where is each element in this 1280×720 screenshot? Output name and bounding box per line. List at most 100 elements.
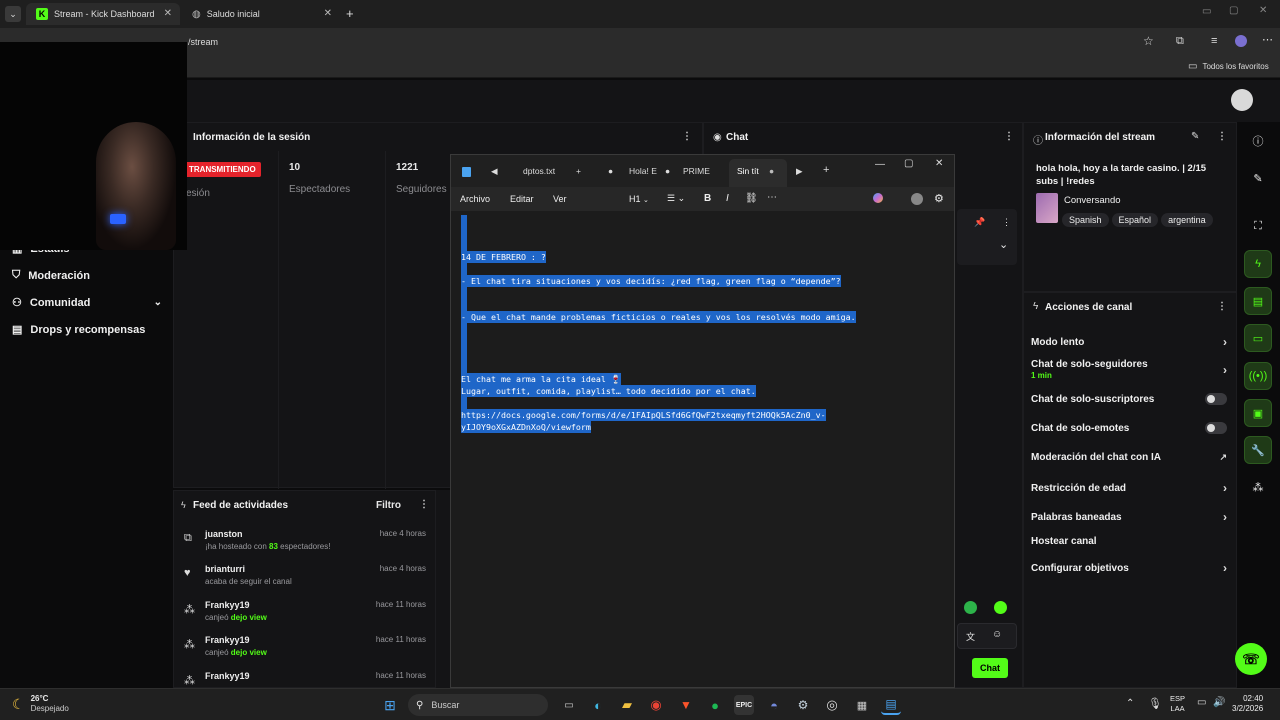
channel-actions-menu-icon[interactable]: ⋮ [1217,301,1227,312]
action-solo-suscriptores[interactable]: Chat de solo-suscriptores [1031,393,1227,405]
smile-icon[interactable]: ☺ [992,629,1002,640]
rail-fullscreen-button[interactable]: ⛶ [1244,212,1272,240]
feed-item[interactable]: ⁂ Frankyy19 canjeó dejo view hace 11 hor… [182,600,434,634]
action-hostear-canal[interactable]: Hostear canal [1031,536,1227,547]
rail-actions-button[interactable]: ϟ [1244,250,1272,278]
notepad-maximize-icon[interactable]: ▢ [904,158,913,169]
feed-menu-icon[interactable]: ⋮ [419,499,429,510]
url-field[interactable]: /stream [188,37,218,47]
chrome-icon[interactable]: ◉ [646,695,666,715]
rail-chat-button[interactable]: ▭ [1244,324,1272,352]
volume-icon[interactable]: 🔊 [1213,697,1225,708]
emotes-only-toggle[interactable] [1205,422,1227,434]
language-indicator[interactable]: ESP LAA [1170,694,1185,714]
subscribers-only-toggle[interactable] [1205,393,1227,405]
minimize-window-icon[interactable]: ▭ [1202,6,1211,17]
menu-archivo[interactable]: Archivo [460,194,490,204]
action-palabras-baneadas[interactable]: Palabras baneadas › [1031,510,1227,524]
user-avatar[interactable] [1231,89,1253,111]
tab-scroll-right-icon[interactable]: ▶ [796,166,803,177]
chat-input[interactable]: 文 ☺ [957,623,1017,649]
feed-filter-button[interactable]: Filtro [376,500,401,511]
notepad-tab-plus[interactable]: + [576,166,581,176]
spotify-icon[interactable]: ● [705,695,725,715]
rail-broadcast-button[interactable]: ((•)) [1244,362,1272,390]
notepad-minimize-icon[interactable]: — [875,159,885,170]
account-icon[interactable] [911,193,923,205]
feed-item[interactable]: ⁂ Frankyy19 hace 11 horas [182,671,434,687]
notepad-tab[interactable]: PRIME [683,166,710,176]
chevron-down-icon[interactable]: ⌄ [999,238,1008,251]
chat-send-button[interactable]: Chat [972,658,1008,678]
epic-games-icon[interactable]: EPIC [734,695,754,715]
steam-icon[interactable]: ⚙ [793,695,813,715]
chat-menu-icon[interactable]: ⋮ [1004,131,1014,142]
notepad-taskbar-icon[interactable]: ▤ [881,695,901,715]
sidebar-item-moderacion[interactable]: ⛉ Moderación [12,269,90,282]
list-format-icon[interactable]: ☰ ⌄ [667,193,685,204]
edge-icon[interactable]: ◐ [588,695,608,715]
action-configurar-objetivos[interactable]: Configurar objetivos › [1031,561,1227,575]
action-moderacion-ia[interactable]: Moderación del chat con IA ↗ [1031,452,1227,463]
session-menu-icon[interactable]: ⋮ [682,131,692,142]
rail-info-button[interactable]: ⓘ [1244,127,1272,155]
close-tab-icon[interactable]: ✕ [164,8,172,19]
sidebar-item-comunidad[interactable]: ⚇ Comunidad ⌄ [12,296,162,310]
more-options-icon[interactable]: ⋯ [767,192,777,203]
close-tab-icon[interactable]: ✕ [324,8,332,19]
sidebar-item-drops[interactable]: ▤ Drops y recompensas [12,323,145,337]
bot-icon[interactable] [994,601,1007,614]
browser-menu-icon[interactable]: ⋯ [1262,33,1273,46]
rail-edit-button[interactable]: ✎ [1244,164,1272,192]
feed-item[interactable]: ♥ brianturri acaba de seguir el canal ha… [182,564,434,598]
microphone-icon[interactable]: 🎙 [1148,697,1162,710]
favorite-star-icon[interactable]: ☆ [1143,34,1154,48]
clock[interactable]: 02:40 3/2/2026 [1232,694,1263,714]
stream-info-menu-icon[interactable]: ⋮ [1217,131,1227,142]
copilot-icon[interactable] [873,193,883,203]
menu-ver[interactable]: Ver [553,194,567,204]
action-modo-lento[interactable]: Modo lento › [1031,335,1227,349]
feed-item[interactable]: ⧉ juanston ¡ha hosteado con 83 espectado… [182,529,434,563]
feed-item[interactable]: ⁂ Frankyy19 canjeó dejo view hace 11 hor… [182,635,434,669]
tab-scroll-left-icon[interactable]: ◀ [491,166,498,177]
rail-notes-button[interactable]: ▤ [1244,287,1272,315]
calculator-icon[interactable]: ▦ [852,695,872,715]
discord-icon[interactable]: ◓ [764,695,784,715]
notepad-tab[interactable]: dptos.txt [523,166,555,176]
new-notepad-tab-button[interactable]: + [823,164,829,176]
tray-overflow-icon[interactable]: ⌃ [1126,698,1134,709]
action-restriccion-edad[interactable]: Restricción de edad › [1031,481,1227,495]
profile-icon[interactable] [1235,35,1247,47]
bold-icon[interactable]: B [704,193,711,204]
edit-icon[interactable]: ✎ [1191,131,1199,142]
file-explorer-icon[interactable]: ▰ [617,695,637,715]
weather-widget[interactable]: ☾ 26°C Despejado [12,694,69,714]
collections-icon[interactable]: ≡ [1211,35,1217,47]
extensions-icon[interactable]: ⧉ [1176,35,1184,48]
notepad-text-area[interactable]: 14 DE FEBRERO : ? - El chat tira situaci… [451,211,954,687]
brave-icon[interactable]: ▼ [676,695,696,715]
tab-saludo-inicial[interactable]: ◍ Saludo inicial ✕ [182,3,340,25]
task-view-icon[interactable]: ▭ [559,695,579,715]
link-icon[interactable]: ⛓ [745,193,758,204]
rail-tools-button[interactable]: 🔧 [1244,436,1272,464]
maximize-window-icon[interactable]: ▢ [1229,5,1238,16]
new-tab-button[interactable]: + [346,6,354,21]
notepad-tab[interactable]: Hola! E [629,166,657,176]
close-window-icon[interactable]: ✕ [1259,5,1267,16]
action-solo-seguidores[interactable]: Chat de solo-seguidores 1 min › [1031,359,1227,381]
help-fab-button[interactable]: ☏ [1235,643,1267,675]
tab-actions-icon[interactable]: ⌄ [5,6,21,22]
italic-icon[interactable]: I [726,193,729,204]
translate-icon[interactable]: 文 [966,630,975,643]
heading-dropdown[interactable]: H1 ⌄ [629,194,649,204]
network-icon[interactable]: ▭ [1197,697,1206,708]
rail-session-button[interactable]: ▣ [1244,399,1272,427]
action-solo-emotes[interactable]: Chat de solo-emotes [1031,422,1227,434]
obs-icon[interactable]: ◎ [822,695,842,715]
menu-editar[interactable]: Editar [510,194,534,204]
rail-feed-button[interactable]: ⁂ [1244,473,1272,501]
emote-icon[interactable] [964,601,977,614]
pin-menu-icon[interactable]: ⋮ [1002,217,1011,228]
